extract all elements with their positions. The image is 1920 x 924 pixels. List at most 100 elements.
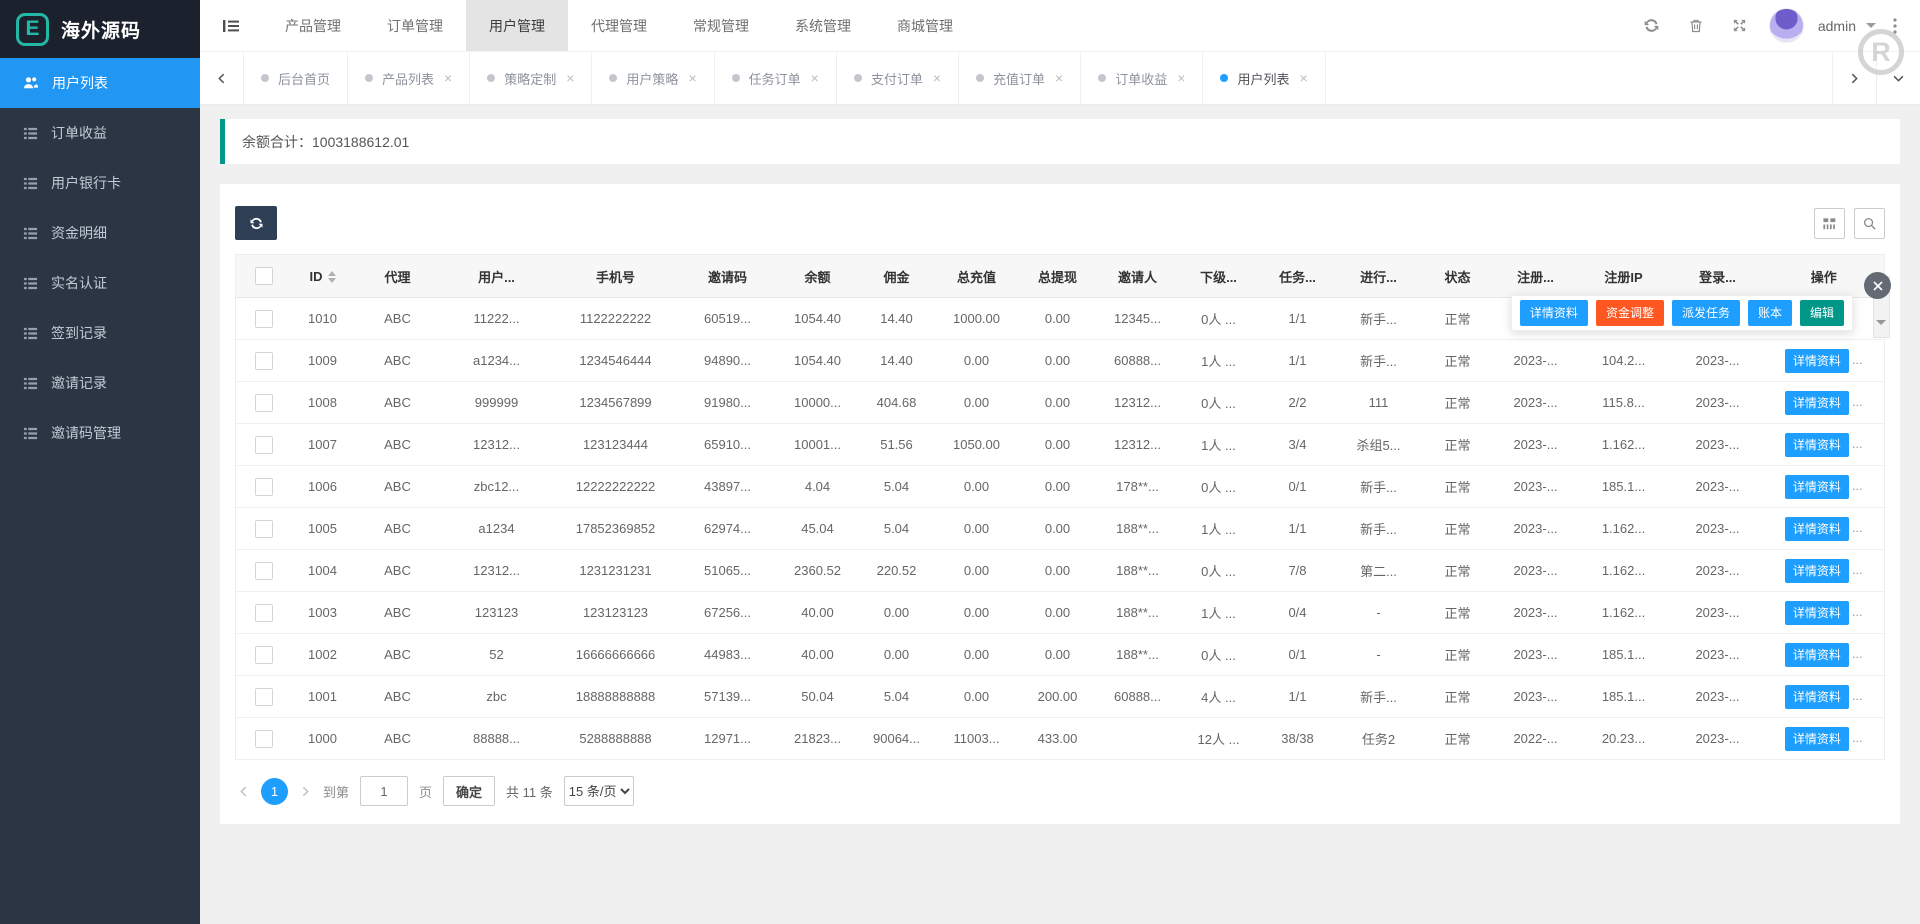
tab[interactable]: 任务订单× bbox=[715, 52, 837, 104]
more-actions[interactable]: ... bbox=[1852, 478, 1863, 493]
tab[interactable]: 支付订单× bbox=[837, 52, 959, 104]
tabs-menu-chevron-down-icon[interactable] bbox=[1876, 52, 1920, 104]
row-checkbox[interactable] bbox=[255, 604, 273, 622]
nav-item[interactable]: 系统管理 bbox=[772, 0, 874, 51]
nav-item[interactable]: 商城管理 bbox=[874, 0, 976, 51]
nav-item[interactable]: 代理管理 bbox=[568, 0, 670, 51]
page-size-select[interactable]: 15 条/页 bbox=[564, 776, 634, 806]
detail-button[interactable]: 详情资料 bbox=[1785, 433, 1849, 457]
tabs-next-icon[interactable] bbox=[1832, 52, 1876, 104]
table-refresh-button[interactable] bbox=[235, 206, 277, 240]
trash-icon[interactable] bbox=[1677, 7, 1715, 45]
cell: 0.00 bbox=[1020, 382, 1096, 424]
row-checkbox[interactable] bbox=[255, 562, 273, 580]
collapse-sidebar-icon[interactable] bbox=[200, 18, 262, 34]
cell: 2023-... bbox=[1672, 592, 1764, 634]
sidebar-item[interactable]: 用户列表 bbox=[0, 58, 200, 108]
tab[interactable]: 产品列表× bbox=[348, 52, 470, 104]
user-avatar[interactable] bbox=[1769, 8, 1804, 43]
sidebar-item[interactable]: 用户银行卡 bbox=[0, 158, 200, 208]
tab-close-icon[interactable]: × bbox=[444, 70, 452, 86]
detail-button[interactable]: 详情资料 bbox=[1785, 349, 1849, 373]
more-actions[interactable]: ... bbox=[1852, 562, 1863, 577]
current-page[interactable]: 1 bbox=[261, 778, 288, 805]
tab[interactable]: 用户策略× bbox=[592, 52, 714, 104]
sort-icon[interactable] bbox=[328, 271, 336, 283]
checkbox-cell bbox=[236, 508, 292, 550]
tab[interactable]: 策略定制× bbox=[470, 52, 592, 104]
tab-close-icon[interactable]: × bbox=[933, 70, 941, 86]
sidebar-item[interactable]: 资金明细 bbox=[0, 208, 200, 258]
sidebar-item[interactable]: 实名认证 bbox=[0, 258, 200, 308]
more-actions[interactable]: ... bbox=[1852, 730, 1863, 745]
column-header: 邀请码 bbox=[680, 255, 776, 298]
nav-item[interactable]: 常规管理 bbox=[670, 0, 772, 51]
popup-action-button[interactable]: 资金调整 bbox=[1596, 300, 1664, 326]
row-checkbox[interactable] bbox=[255, 310, 273, 328]
detail-button[interactable]: 详情资料 bbox=[1785, 391, 1849, 415]
prev-page-icon[interactable] bbox=[237, 785, 250, 798]
more-menu-icon[interactable] bbox=[1884, 7, 1906, 45]
tab-close-icon[interactable]: × bbox=[1177, 70, 1185, 86]
row-checkbox[interactable] bbox=[255, 394, 273, 412]
tab-close-icon[interactable]: × bbox=[566, 70, 574, 86]
tab[interactable]: 订单收益× bbox=[1081, 52, 1203, 104]
refresh-icon[interactable] bbox=[1633, 7, 1671, 45]
page-unit-label: 页 bbox=[419, 782, 432, 801]
row-checkbox[interactable] bbox=[255, 436, 273, 454]
user-caret-down-icon[interactable] bbox=[1866, 23, 1876, 33]
sidebar-item[interactable]: 订单收益 bbox=[0, 108, 200, 158]
search-icon[interactable] bbox=[1854, 208, 1885, 239]
more-actions[interactable]: ... bbox=[1852, 520, 1863, 535]
detail-button[interactable]: 详情资料 bbox=[1785, 517, 1849, 541]
sidebar-item[interactable]: 邀请码管理 bbox=[0, 408, 200, 458]
next-page-icon[interactable] bbox=[299, 785, 312, 798]
row-checkbox[interactable] bbox=[255, 520, 273, 538]
confirm-button[interactable]: 确定 bbox=[443, 776, 495, 806]
page-input[interactable] bbox=[360, 776, 408, 806]
fullscreen-icon[interactable] bbox=[1721, 7, 1759, 45]
popup-action-button[interactable]: 编辑 bbox=[1800, 300, 1844, 326]
tab[interactable]: 充值订单× bbox=[959, 52, 1081, 104]
tabs-prev-icon[interactable] bbox=[200, 52, 244, 104]
popup-close-icon[interactable] bbox=[1864, 272, 1891, 299]
sidebar-item[interactable]: 签到记录 bbox=[0, 308, 200, 358]
more-actions[interactable]: ... bbox=[1852, 352, 1863, 367]
more-actions[interactable]: ... bbox=[1852, 394, 1863, 409]
nav-item[interactable]: 订单管理 bbox=[364, 0, 466, 51]
nav-item[interactable]: 产品管理 bbox=[262, 0, 364, 51]
more-actions[interactable]: ... bbox=[1852, 688, 1863, 703]
detail-button[interactable]: 详情资料 bbox=[1785, 727, 1849, 751]
popup-action-button[interactable]: 派发任务 bbox=[1672, 300, 1740, 326]
cell: 1.162... bbox=[1576, 592, 1672, 634]
sidebar-item[interactable]: 邀请记录 bbox=[0, 358, 200, 408]
tab-close-icon[interactable]: × bbox=[811, 70, 819, 86]
popup-action-button[interactable]: 账本 bbox=[1748, 300, 1792, 326]
row-checkbox[interactable] bbox=[255, 688, 273, 706]
row-checkbox[interactable] bbox=[255, 646, 273, 664]
row-checkbox[interactable] bbox=[255, 478, 273, 496]
detail-button[interactable]: 详情资料 bbox=[1785, 559, 1849, 583]
cell: 1007 bbox=[292, 424, 354, 466]
username[interactable]: admin bbox=[1818, 18, 1856, 34]
more-actions[interactable]: ... bbox=[1852, 436, 1863, 451]
row-checkbox[interactable] bbox=[255, 352, 273, 370]
nav-item[interactable]: 用户管理 bbox=[466, 0, 568, 51]
columns-filter-icon[interactable] bbox=[1814, 208, 1845, 239]
more-actions[interactable]: ... bbox=[1852, 646, 1863, 661]
detail-button[interactable]: 详情资料 bbox=[1785, 601, 1849, 625]
detail-button[interactable]: 详情资料 bbox=[1785, 475, 1849, 499]
tab-close-icon[interactable]: × bbox=[1055, 70, 1063, 86]
tab-close-icon[interactable]: × bbox=[1299, 70, 1307, 86]
detail-button[interactable]: 详情资料 bbox=[1785, 685, 1849, 709]
column-header[interactable]: ID bbox=[292, 255, 354, 298]
row-checkbox[interactable] bbox=[255, 730, 273, 748]
tab[interactable]: 后台首页 bbox=[244, 52, 348, 104]
select-all-checkbox[interactable] bbox=[255, 267, 273, 285]
more-actions[interactable]: ... bbox=[1852, 604, 1863, 619]
tab[interactable]: 用户列表× bbox=[1203, 52, 1325, 104]
popup-action-button[interactable]: 详情资料 bbox=[1520, 300, 1588, 326]
popup-caret-down-icon[interactable] bbox=[1876, 320, 1886, 330]
detail-button[interactable]: 详情资料 bbox=[1785, 643, 1849, 667]
tab-close-icon[interactable]: × bbox=[688, 70, 696, 86]
